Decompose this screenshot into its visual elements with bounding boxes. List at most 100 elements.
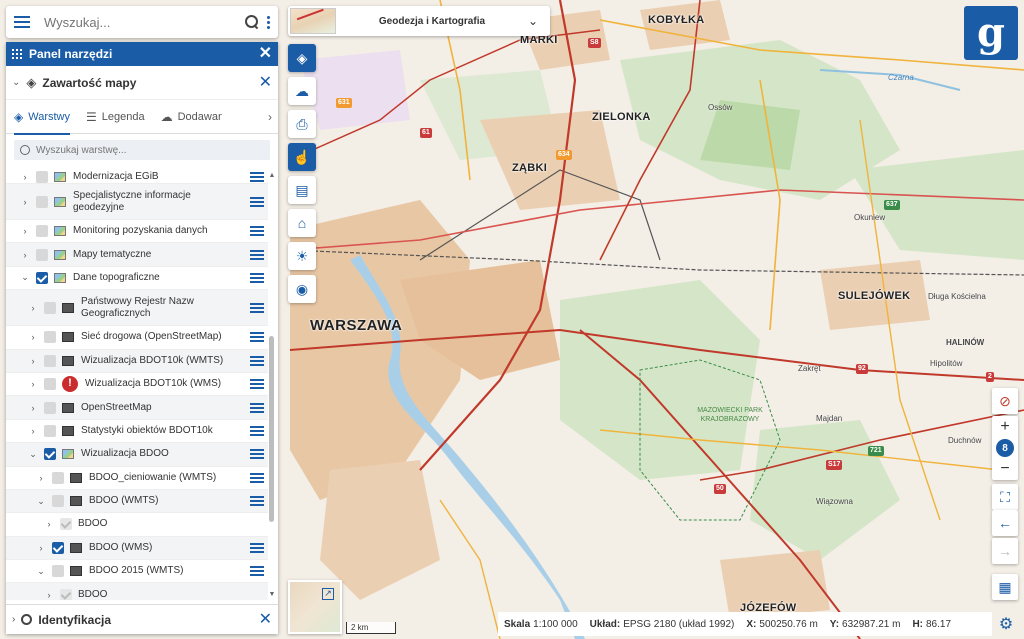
layer-row[interactable]: › BDOO bbox=[6, 513, 268, 537]
chevron-down-icon[interactable]: ⌄ bbox=[528, 14, 538, 28]
scale-value[interactable]: 1:100 000 bbox=[533, 619, 578, 630]
layer-row[interactable]: › Sieć drogowa (OpenStreetMap) bbox=[6, 326, 268, 350]
chevron-right-icon[interactable]: › bbox=[20, 197, 30, 207]
layer-row[interactable]: › Specjalistyczne informacje geodezyjne bbox=[6, 184, 268, 220]
layer-row[interactable]: ⌄ BDOO (WMTS) bbox=[6, 489, 268, 514]
layer-checkbox[interactable] bbox=[36, 195, 48, 208]
chevron-down-icon[interactable]: ⌄ bbox=[12, 77, 20, 88]
layer-menu-icon[interactable] bbox=[250, 379, 264, 390]
layer-menu-icon[interactable] bbox=[250, 226, 264, 237]
close-panel-icon[interactable]: ✕ bbox=[259, 46, 272, 62]
layer-row[interactable]: ⌄ Wizualizacja BDOO bbox=[6, 443, 268, 467]
chevron-right-icon[interactable]: › bbox=[44, 519, 54, 529]
navigation-off-button[interactable]: ⊘ bbox=[992, 388, 1018, 414]
layer-checkbox[interactable] bbox=[52, 565, 64, 578]
zoom-out-button[interactable]: − bbox=[1000, 460, 1009, 478]
settings-gear-icon[interactable]: ⚙ bbox=[996, 614, 1016, 634]
layer-row[interactable]: › Państwowy Rejestr Nazw Geograficznych bbox=[6, 290, 268, 327]
real-estate-tool-button[interactable]: ⌂ bbox=[288, 209, 316, 237]
theme-select[interactable]: Geodezja i Kartografia ⌄ bbox=[288, 6, 550, 36]
clipboard-tool-button[interactable]: ▤ bbox=[288, 176, 316, 204]
layer-row[interactable]: ⌄ Dane topograficzne bbox=[6, 267, 268, 291]
search-input[interactable] bbox=[44, 14, 245, 30]
weather-tool-button[interactable]: ☀ bbox=[288, 242, 316, 270]
layer-checkbox[interactable] bbox=[44, 448, 56, 461]
close-content-icon[interactable]: ✕ bbox=[259, 74, 272, 91]
basemap-switch-button[interactable]: ▦ bbox=[992, 574, 1018, 600]
scroll-up-icon[interactable]: ▲ bbox=[268, 172, 276, 179]
layer-menu-icon[interactable] bbox=[250, 449, 264, 460]
chevron-down-icon[interactable]: ⌄ bbox=[36, 496, 46, 507]
layer-row[interactable]: › Wizualizacja BDOT10k (WMS) bbox=[6, 373, 268, 397]
layer-list-scrollbar[interactable]: ▲ ▼ bbox=[268, 170, 276, 600]
layer-menu-icon[interactable] bbox=[250, 496, 264, 507]
chevron-right-icon[interactable]: › bbox=[12, 614, 15, 625]
layer-checkbox[interactable] bbox=[60, 518, 72, 531]
overview-minimap[interactable]: ↗ bbox=[288, 580, 342, 634]
layer-checkbox[interactable] bbox=[36, 248, 48, 261]
expand-icon[interactable]: ↗ bbox=[322, 588, 334, 600]
layer-menu-icon[interactable] bbox=[250, 249, 264, 260]
layout-value[interactable]: EPSG 2180 (układ 1992) bbox=[623, 619, 734, 630]
chevron-right-icon[interactable]: › bbox=[20, 226, 30, 236]
layer-search-input[interactable] bbox=[36, 144, 264, 156]
next-view-button[interactable]: → bbox=[992, 538, 1018, 564]
layer-checkbox[interactable] bbox=[36, 170, 48, 183]
chevron-right-icon[interactable]: › bbox=[28, 426, 38, 436]
layer-row[interactable]: › BDOO bbox=[6, 583, 268, 600]
layer-menu-icon[interactable] bbox=[250, 402, 264, 413]
tab-legend[interactable]: ☰ Legenda bbox=[86, 100, 145, 134]
identify-tool-button[interactable]: ☝ bbox=[288, 143, 316, 171]
identification-section[interactable]: › Identyfikacja ✕ bbox=[6, 604, 278, 634]
chevron-right-icon[interactable]: › bbox=[268, 110, 272, 124]
layer-checkbox[interactable] bbox=[44, 401, 56, 414]
scroll-down-icon[interactable]: ▼ bbox=[268, 591, 276, 598]
previous-view-button[interactable]: ← bbox=[992, 510, 1018, 536]
chevron-down-icon[interactable]: ⌄ bbox=[20, 272, 30, 283]
hamburger-menu-icon[interactable] bbox=[14, 16, 30, 28]
layer-checkbox[interactable] bbox=[44, 331, 56, 344]
layer-checkbox[interactable] bbox=[44, 378, 56, 391]
layer-menu-icon[interactable] bbox=[250, 566, 264, 577]
layer-row[interactable]: › Modernizacja EGiB bbox=[6, 170, 268, 184]
chevron-right-icon[interactable]: › bbox=[28, 332, 38, 342]
layer-checkbox[interactable] bbox=[44, 424, 56, 437]
chevron-right-icon[interactable]: › bbox=[44, 590, 54, 600]
layer-menu-icon[interactable] bbox=[250, 355, 264, 366]
chevron-right-icon[interactable]: › bbox=[28, 356, 38, 366]
print-button[interactable]: ⎙ bbox=[288, 110, 316, 138]
layer-row[interactable]: › Mapy tematyczne bbox=[6, 243, 268, 267]
chevron-right-icon[interactable]: › bbox=[36, 473, 46, 483]
tab-layers[interactable]: ◈ Warstwy bbox=[14, 100, 70, 135]
chevron-right-icon[interactable]: › bbox=[36, 543, 46, 553]
layer-row[interactable]: › OpenStreetMap bbox=[6, 396, 268, 420]
scrollbar-thumb[interactable] bbox=[269, 336, 274, 522]
layer-row[interactable]: › BDOO_cieniowanie (WMTS) bbox=[6, 467, 268, 490]
layer-checkbox[interactable] bbox=[44, 301, 56, 314]
layer-row[interactable]: › Monitoring pozyskania danych bbox=[6, 220, 268, 244]
layer-checkbox[interactable] bbox=[36, 271, 48, 284]
zoom-in-button[interactable]: + bbox=[1000, 418, 1009, 436]
chevron-right-icon[interactable]: › bbox=[28, 379, 38, 389]
layer-row[interactable]: › Wizualizacja BDOT10k (WMTS) bbox=[6, 349, 268, 373]
layer-checkbox[interactable] bbox=[52, 471, 64, 484]
layer-checkbox[interactable] bbox=[52, 495, 64, 508]
layers-tool-button[interactable]: ◈ bbox=[288, 44, 316, 72]
layer-row[interactable]: › Statystyki obiektów BDOT10k bbox=[6, 420, 268, 444]
layer-menu-icon[interactable] bbox=[250, 196, 264, 207]
chevron-down-icon[interactable]: ⌄ bbox=[36, 566, 46, 577]
layer-checkbox[interactable] bbox=[36, 225, 48, 238]
chevron-right-icon[interactable]: › bbox=[28, 303, 38, 313]
layer-row[interactable]: ⌄ BDOO 2015 (WMTS) bbox=[6, 560, 268, 584]
layer-menu-icon[interactable] bbox=[250, 272, 264, 283]
chevron-down-icon[interactable]: ⌄ bbox=[28, 449, 38, 460]
layer-menu-icon[interactable] bbox=[250, 542, 264, 553]
layer-menu-icon[interactable] bbox=[250, 302, 264, 313]
cloud-tool-button[interactable]: ☁ bbox=[288, 77, 316, 105]
geoportal-logo[interactable]: g bbox=[964, 6, 1018, 60]
search-icon[interactable] bbox=[245, 15, 259, 29]
layer-row[interactable]: › BDOO (WMS) bbox=[6, 536, 268, 561]
screenshot-button[interactable]: ◉ bbox=[288, 275, 316, 303]
layer-menu-icon[interactable] bbox=[250, 332, 264, 343]
layer-menu-icon[interactable] bbox=[250, 171, 264, 182]
